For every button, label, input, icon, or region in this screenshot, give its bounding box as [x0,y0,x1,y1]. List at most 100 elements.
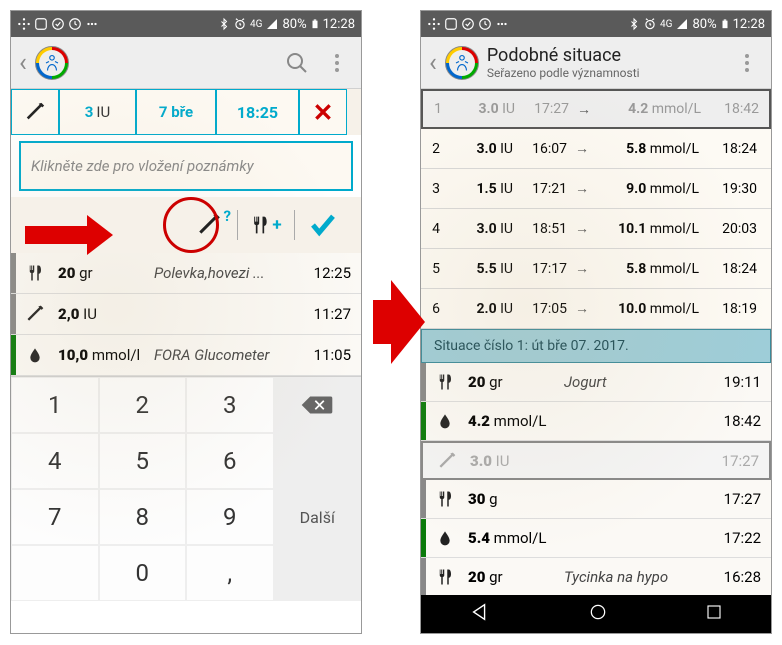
row-time-1: 17:27 [515,101,569,117]
alarm-icon [643,17,657,31]
log-description: Tycinka na hypo [564,568,705,586]
similar-row[interactable]: 55.5 IU17:17→5.8 mmol/L18:24 [421,249,771,289]
arrow-icon: → [567,220,597,237]
detail-row[interactable]: 30 g17:27 [421,480,771,519]
similar-row[interactable]: 31.5 IU17:21→9.0 mmol/L19:30 [421,169,771,209]
search-button[interactable] [281,47,313,79]
row-glucose: 9.0 mmol/L [597,181,699,197]
detail-row[interactable]: 5.4 mmol/L17:22 [421,519,771,558]
key-,[interactable]: , [186,545,274,601]
detail-row[interactable]: 4.2 mmol/L18:42 [421,402,771,441]
key-9[interactable]: 9 [186,489,274,545]
nav-back[interactable] [469,601,491,627]
back-button[interactable]: ‹ [429,48,437,78]
overflow-menu[interactable] [321,47,353,79]
entry-type-syringe[interactable] [11,89,59,135]
row-index: 2 [421,141,451,157]
signal-text: 4G [250,19,262,30]
key-8[interactable]: 8 [99,489,187,545]
log-value: 2,0 IU [54,305,154,323]
arrow-icon: → [567,300,597,317]
status-icon [34,17,48,31]
log-time: 17:27 [703,452,759,470]
status-bar: 4G 80% 12:28 [11,11,361,37]
confirm-button[interactable] [295,205,351,245]
alarm-icon [233,17,247,31]
signal-text: 4G [660,19,672,30]
entry-row: 3 IU 7 bře 18:25 [11,89,361,135]
similar-row[interactable]: 23.0 IU16:07→5.8 mmol/L18:24 [421,129,771,169]
overflow-menu[interactable] [731,47,763,79]
key-7[interactable]: 7 [11,489,99,545]
app-logo[interactable] [35,46,69,80]
app-logo[interactable] [445,46,479,80]
entry-delete[interactable] [299,89,347,135]
detail-row[interactable]: 20 grJogurt19:11 [421,363,771,402]
key-5[interactable]: 5 [99,433,187,489]
row-dose: 2.0 IU [451,301,513,317]
food-icon [426,489,464,509]
arrow-icon: → [567,260,597,277]
key-4[interactable]: 4 [11,433,99,489]
food-icon [16,263,54,283]
row-index: 3 [421,181,451,197]
status-icon [478,17,492,31]
detail-row[interactable]: 20 grTycinka na hypo16:28 [421,558,771,597]
suggest-dose-button[interactable]: ? [181,205,237,245]
nav-recent[interactable] [705,603,723,625]
entry-value[interactable]: 3 IU [59,89,136,135]
row-time-1: 17:17 [513,261,567,277]
circle-home-icon [588,602,608,622]
key-next[interactable]: Další [274,433,362,601]
log-description: Polevka,hovezi ... [154,264,295,282]
row-time-2: 19:30 [699,181,757,197]
row-index: 1 [423,101,453,117]
detail-row[interactable]: 3.0 IU17:27 [421,441,771,480]
key-3[interactable]: 3 [186,377,274,433]
battery-icon [310,17,320,31]
phone-left: 4G 80% 12:28 ‹ 3 IU 7 bře 18 [10,10,362,634]
nav-home[interactable] [588,602,608,626]
annotation-arrow [25,215,113,255]
log-row[interactable]: 2,0 IU11:27 [11,294,361,335]
backspace-icon [300,393,334,417]
entry-date[interactable]: 7 bře [136,89,216,135]
row-time-1: 17:05 [513,301,567,317]
key-6[interactable]: 6 [186,433,274,489]
similar-row[interactable]: 62.0 IU17:05→10.0 mmol/L18:19 [421,289,771,329]
add-food-button[interactable]: + [238,205,294,245]
status-icon [85,17,99,31]
key-2[interactable]: 2 [99,377,187,433]
arrow-icon: → [569,101,599,118]
food-icon [426,372,464,392]
back-button[interactable]: ‹ [19,48,27,78]
key-0[interactable]: 0 [99,545,187,601]
log-value: 20 gr [54,264,154,282]
bluetooth-icon [218,17,230,31]
entry-time[interactable]: 18:25 [216,89,299,135]
log-value: 30 g [464,490,564,508]
key-1[interactable]: 1 [11,377,99,433]
drop-icon [16,345,54,365]
food-icon [426,567,464,587]
question-icon: ? [224,207,231,225]
similar-row[interactable]: 43.0 IU18:51→10.1 mmol/L20:03 [421,209,771,249]
entry-value-unit: IU [96,103,110,121]
log-row[interactable]: 20 grPolevka,hovezi ...12:25 [11,253,361,294]
clock-text: 12:28 [733,17,765,32]
app-bar: ‹ Podobné situace Seřazeno podle významn… [421,37,771,89]
log-row[interactable]: 10,0 mmol/lFORA Glucometer11:05 [11,335,361,376]
row-index: 5 [421,261,451,277]
kebab-icon [335,54,339,72]
note-input[interactable]: Klikněte zde pro vložení poznámky [19,141,353,191]
row-glucose: 5.8 mmol/L [597,261,699,277]
log-time: 17:22 [705,529,761,547]
plus-icon: + [272,215,281,235]
key-backspace[interactable] [274,377,362,433]
page-title: Podobné situace [487,45,723,66]
syringe-icon [16,304,54,324]
arrow-icon: → [567,180,597,197]
status-left-icons [427,17,509,31]
arrow-icon: → [567,140,597,157]
similar-row[interactable]: 13.0 IU17:27→4.2 mmol/L18:42 [421,89,771,129]
